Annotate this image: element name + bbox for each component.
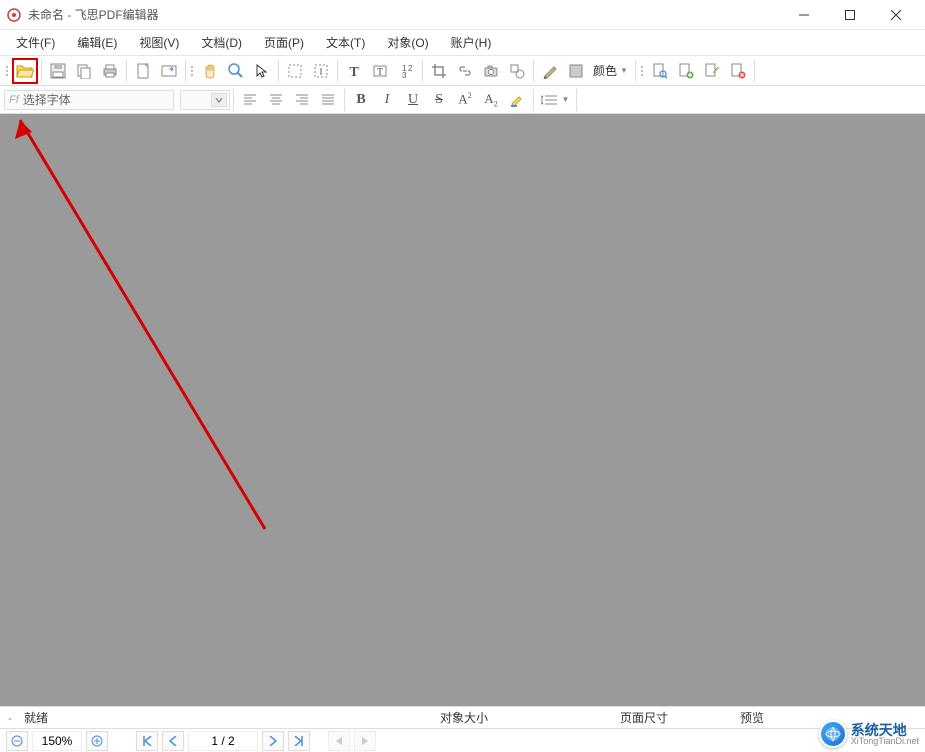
statusbar-collapse-icon[interactable]: - — [8, 711, 14, 725]
link-button[interactable] — [452, 58, 478, 84]
text-box-button[interactable]: T — [367, 58, 393, 84]
highlight-button[interactable] — [504, 87, 530, 113]
menu-file[interactable]: 文件(F) — [6, 31, 65, 54]
shape-button[interactable] — [504, 58, 530, 84]
nav-forward-button[interactable] — [354, 731, 376, 751]
page-portrait-button[interactable] — [130, 58, 156, 84]
toolbar-grip[interactable] — [4, 60, 12, 82]
page-search-button[interactable] — [647, 58, 673, 84]
page-delete-button[interactable] — [725, 58, 751, 84]
zoom-in-button[interactable] — [86, 731, 108, 751]
hand-tool-button[interactable] — [197, 58, 223, 84]
camera-button[interactable] — [478, 58, 504, 84]
zoom-out-button[interactable] — [6, 731, 28, 751]
menu-view[interactable]: 视图(V) — [129, 31, 189, 54]
toolbar-grip[interactable] — [639, 60, 647, 82]
next-page-button[interactable] — [262, 731, 284, 751]
edit-text-button[interactable]: I — [308, 58, 334, 84]
format-toolbar: Ff 选择字体 B I U S A2 A2 ▼ — [0, 86, 925, 114]
menu-text[interactable]: 文本(T) — [316, 31, 375, 54]
main-toolbar: I T T 123 颜色 ▼ — [0, 56, 925, 86]
maximize-button[interactable] — [827, 0, 873, 30]
italic-button[interactable]: I — [374, 87, 400, 113]
font-size-select[interactable] — [180, 90, 230, 110]
navbar: 150% 1 / 2 — [0, 728, 925, 752]
bold-button[interactable]: B — [348, 87, 374, 113]
align-right-button[interactable] — [289, 87, 315, 113]
titlebar: 未命名 - 飞思PDF编辑器 — [0, 0, 925, 30]
page-edit-button[interactable] — [699, 58, 725, 84]
first-page-button[interactable] — [136, 731, 158, 751]
toolbar-grip[interactable] — [189, 60, 197, 82]
status-object-size: 对象大小 — [440, 709, 488, 726]
zoom-display[interactable]: 150% — [32, 731, 82, 751]
chevron-down-icon — [211, 93, 227, 107]
workspace-canvas[interactable] — [0, 114, 925, 706]
crop-button[interactable] — [426, 58, 452, 84]
status-preview: 预览 — [740, 709, 764, 726]
font-placeholder: 选择字体 — [23, 91, 71, 108]
text-button[interactable]: T — [341, 58, 367, 84]
save-button[interactable] — [45, 58, 71, 84]
page-display[interactable]: 1 / 2 — [188, 731, 258, 751]
svg-text:I: I — [320, 67, 323, 78]
menu-account[interactable]: 账户(H) — [441, 31, 502, 54]
pointer-tool-button[interactable] — [249, 58, 275, 84]
svg-text:T: T — [377, 67, 383, 78]
menu-edit[interactable]: 编辑(E) — [67, 31, 127, 54]
copy-button[interactable] — [71, 58, 97, 84]
page-add-button[interactable] — [673, 58, 699, 84]
fill-color-button[interactable] — [563, 58, 589, 84]
color-label-text: 颜色 — [593, 62, 617, 79]
minimize-button[interactable] — [781, 0, 827, 30]
status-page-size: 页面尺寸 — [620, 709, 668, 726]
print-button[interactable] — [97, 58, 123, 84]
strikethrough-button[interactable]: S — [426, 87, 452, 113]
watermark: 系统天地 XiTongTianDi.net — [819, 720, 919, 748]
superscript-button[interactable]: A2 — [452, 87, 478, 113]
close-button[interactable] — [873, 0, 919, 30]
chevron-down-icon: ▼ — [562, 95, 570, 104]
zoom-tool-button[interactable] — [223, 58, 249, 84]
menu-object[interactable]: 对象(O) — [377, 31, 438, 54]
align-justify-button[interactable] — [315, 87, 341, 113]
menu-page[interactable]: 页面(P) — [254, 31, 314, 54]
align-left-button[interactable] — [237, 87, 263, 113]
status-ready: 就绪 — [24, 709, 68, 726]
svg-text:T: T — [349, 65, 359, 79]
text-spacing-button[interactable]: 123 — [393, 58, 419, 84]
pen-button[interactable] — [537, 58, 563, 84]
app-icon — [6, 7, 22, 23]
svg-text:3: 3 — [402, 71, 407, 79]
font-select[interactable]: Ff 选择字体 — [4, 90, 174, 110]
svg-text:2: 2 — [408, 64, 413, 73]
chevron-down-icon: ▼ — [620, 66, 628, 75]
nav-back-button[interactable] — [328, 731, 350, 751]
annotation-arrow — [0, 114, 400, 534]
font-indicator-icon: Ff — [9, 94, 19, 106]
menu-document[interactable]: 文档(D) — [191, 31, 252, 54]
open-button[interactable] — [12, 58, 38, 84]
menubar: 文件(F) 编辑(E) 视图(V) 文档(D) 页面(P) 文本(T) 对象(O… — [0, 30, 925, 56]
select-tool-button[interactable] — [282, 58, 308, 84]
prev-page-button[interactable] — [162, 731, 184, 751]
statusbar: - 就绪 对象大小 页面尺寸 预览 — [0, 706, 925, 728]
color-dropdown[interactable]: 颜色 ▼ — [589, 62, 632, 79]
watermark-url: XiTongTianDi.net — [851, 737, 919, 746]
subscript-button[interactable]: A2 — [478, 87, 504, 113]
watermark-globe-icon — [819, 720, 847, 748]
line-spacing-button[interactable]: ▼ — [537, 87, 573, 113]
underline-button[interactable]: U — [400, 87, 426, 113]
watermark-title: 系统天地 — [851, 723, 919, 737]
window-title: 未命名 - 飞思PDF编辑器 — [28, 6, 781, 23]
window-controls — [781, 0, 919, 30]
last-page-button[interactable] — [288, 731, 310, 751]
page-landscape-button[interactable] — [156, 58, 182, 84]
align-center-button[interactable] — [263, 87, 289, 113]
